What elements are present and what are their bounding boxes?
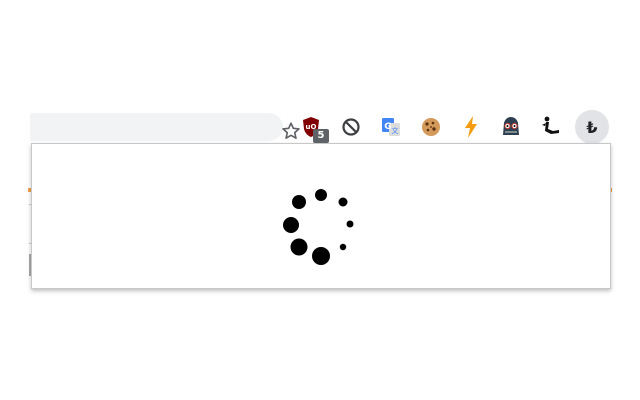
figure-icon[interactable] — [538, 114, 564, 140]
svg-text:文: 文 — [392, 126, 399, 135]
address-bar[interactable] — [30, 113, 300, 141]
lightning-bolt-icon[interactable] — [458, 114, 484, 140]
block-circle-icon[interactable] — [338, 114, 364, 140]
lira-sign-icon[interactable]: ₺ — [575, 110, 609, 144]
browser-window: uO G 文 ₺ 5 — [0, 0, 640, 400]
spy-mask-icon[interactable] — [498, 114, 524, 140]
translate-icon[interactable]: G 文 — [378, 114, 404, 140]
cookie-icon[interactable] — [418, 114, 444, 140]
lira-sign-glyph: ₺ — [586, 117, 598, 137]
ublock-badge-count: 5 — [313, 129, 329, 143]
extension-popup — [31, 143, 611, 289]
loading-spinner-icon — [283, 189, 354, 265]
